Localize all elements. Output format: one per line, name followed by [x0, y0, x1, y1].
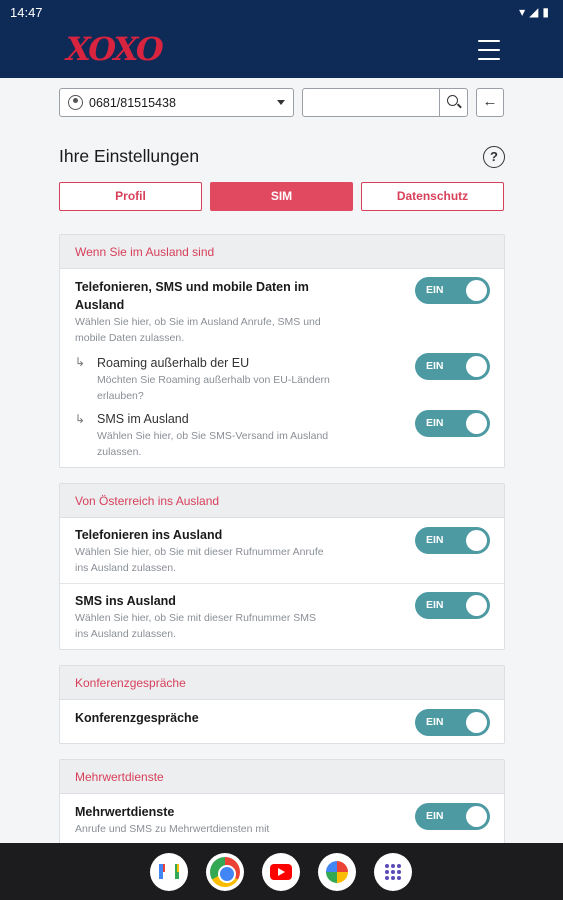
gmail-icon[interactable]: [150, 853, 188, 891]
user-icon: [68, 95, 83, 110]
setting-title: Telefonieren, SMS und mobile Daten im: [75, 280, 309, 294]
toggle-label: EIN: [426, 534, 444, 546]
setting-sms-abroad: SMS im Ausland Wählen Sie hier, ob Sie S…: [97, 410, 397, 460]
system-status-icons: ▾◢▮: [519, 5, 553, 19]
toggle-calls-abroad[interactable]: EIN: [415, 527, 490, 554]
status-time: 14:47: [10, 5, 43, 20]
sub-arrow-icon: ↳: [75, 355, 86, 369]
hamburger-menu-icon[interactable]: [478, 40, 500, 60]
tab-datenschutz[interactable]: Datenschutz: [361, 182, 504, 211]
toggle-label: EIN: [426, 599, 444, 611]
page-title: Ihre Einstellungen: [59, 146, 200, 166]
setting-description: ins Ausland zulassen.: [75, 628, 176, 640]
toggle-roaming-non-eu[interactable]: EIN: [415, 353, 490, 380]
setting-title: Roaming außerhalb der EU: [97, 356, 250, 370]
chevron-down-icon: [277, 100, 285, 105]
setting-title: SMS im Ausland: [97, 412, 189, 426]
setting-title: SMS ins Ausland: [75, 594, 176, 608]
toggle-knob: [466, 712, 487, 733]
toggle-label: EIN: [426, 360, 444, 372]
toggle-conference-calls[interactable]: EIN: [415, 709, 490, 736]
setting-roaming-all: Telefonieren, SMS und mobile Daten im Au…: [75, 278, 405, 346]
setting-premium-services: Mehrwertdienste Anrufe und SMS zu Mehrwe…: [75, 803, 405, 837]
setting-description: Wählen Sie hier, ob Sie mit dieser Rufnu…: [75, 612, 317, 624]
setting-title: Mehrwertdienste: [75, 805, 175, 819]
section-header: Mehrwertdienste: [60, 760, 504, 794]
phone-number-value: 0681/81515438: [89, 95, 176, 110]
toggle-knob: [466, 280, 487, 301]
search-button[interactable]: [439, 89, 467, 116]
section-header: Wenn Sie im Ausland sind: [60, 235, 504, 269]
setting-description: Anrufe und SMS zu Mehrwertdiensten mit: [75, 823, 270, 835]
sub-arrow-icon: ↳: [75, 412, 86, 426]
toggle-sms-abroad[interactable]: EIN: [415, 410, 490, 437]
status-bar: 14:47 ▾◢▮: [0, 0, 563, 26]
setting-sms-to-abroad: SMS ins Ausland Wählen Sie hier, ob Sie …: [75, 592, 405, 642]
section-header: Konferenzgespräche: [60, 666, 504, 700]
toggle-knob: [466, 595, 487, 616]
tab-profil[interactable]: Profil: [59, 182, 202, 211]
toggle-sms-to-abroad[interactable]: EIN: [415, 592, 490, 619]
setting-description: Wählen Sie hier, ob Sie SMS-Versand im A…: [97, 430, 329, 442]
toggle-knob: [466, 413, 487, 434]
setting-title: Konferenzgespräche: [75, 711, 199, 725]
brand-logo[interactable]: XOXO: [66, 30, 164, 68]
setting-description: Wählen Sie hier, ob Sie mit dieser Rufnu…: [75, 546, 324, 558]
setting-roaming-non-eu: Roaming außerhalb der EU Möchten Sie Roa…: [97, 354, 397, 404]
toolbar: 0681/81515438 ←: [0, 80, 563, 124]
toggle-roaming-all[interactable]: EIN: [415, 277, 490, 304]
divider: [60, 583, 504, 584]
search-box: [302, 88, 468, 117]
phone-number-select[interactable]: 0681/81515438: [59, 88, 294, 117]
toggle-knob: [466, 806, 487, 827]
setting-conference-calls: Konferenzgespräche: [75, 709, 405, 727]
section-conference: Konferenzgespräche Konferenzgespräche EI…: [59, 665, 505, 744]
search-input[interactable]: [303, 89, 439, 116]
tab-sim[interactable]: SIM: [210, 182, 353, 211]
search-icon: [447, 95, 458, 106]
back-button[interactable]: ←: [476, 88, 504, 117]
youtube-icon[interactable]: [262, 853, 300, 891]
app-dock: [0, 843, 563, 900]
setting-description: zulassen.: [97, 446, 142, 458]
photos-icon[interactable]: [318, 853, 356, 891]
toggle-premium-services[interactable]: EIN: [415, 803, 490, 830]
setting-description: erlauben?: [97, 390, 144, 402]
toggle-knob: [466, 356, 487, 377]
setting-title: Telefonieren ins Ausland: [75, 528, 223, 542]
chrome-icon[interactable]: [206, 853, 244, 891]
help-icon[interactable]: ?: [483, 146, 505, 168]
toggle-label: EIN: [426, 417, 444, 429]
section-austria-abroad: Von Österreich ins Ausland Telefonieren …: [59, 483, 505, 650]
app-header: XOXO: [0, 26, 563, 78]
toggle-label: EIN: [426, 716, 444, 728]
section-header: Von Österreich ins Ausland: [60, 484, 504, 518]
section-abroad: Wenn Sie im Ausland sind Telefonieren, S…: [59, 234, 505, 468]
setting-calls-abroad: Telefonieren ins Ausland Wählen Sie hier…: [75, 526, 405, 576]
toggle-label: EIN: [426, 284, 444, 296]
setting-title: Ausland: [75, 298, 125, 312]
setting-description: Wählen Sie hier, ob Sie im Ausland Anruf…: [75, 316, 321, 328]
toggle-label: EIN: [426, 810, 444, 822]
toggle-knob: [466, 530, 487, 551]
setting-description: ins Ausland zulassen.: [75, 562, 176, 574]
setting-description: mobile Daten zulassen.: [75, 332, 185, 344]
app-drawer-icon[interactable]: [374, 853, 412, 891]
setting-description: Möchten Sie Roaming außerhalb von EU-Län…: [97, 374, 330, 386]
